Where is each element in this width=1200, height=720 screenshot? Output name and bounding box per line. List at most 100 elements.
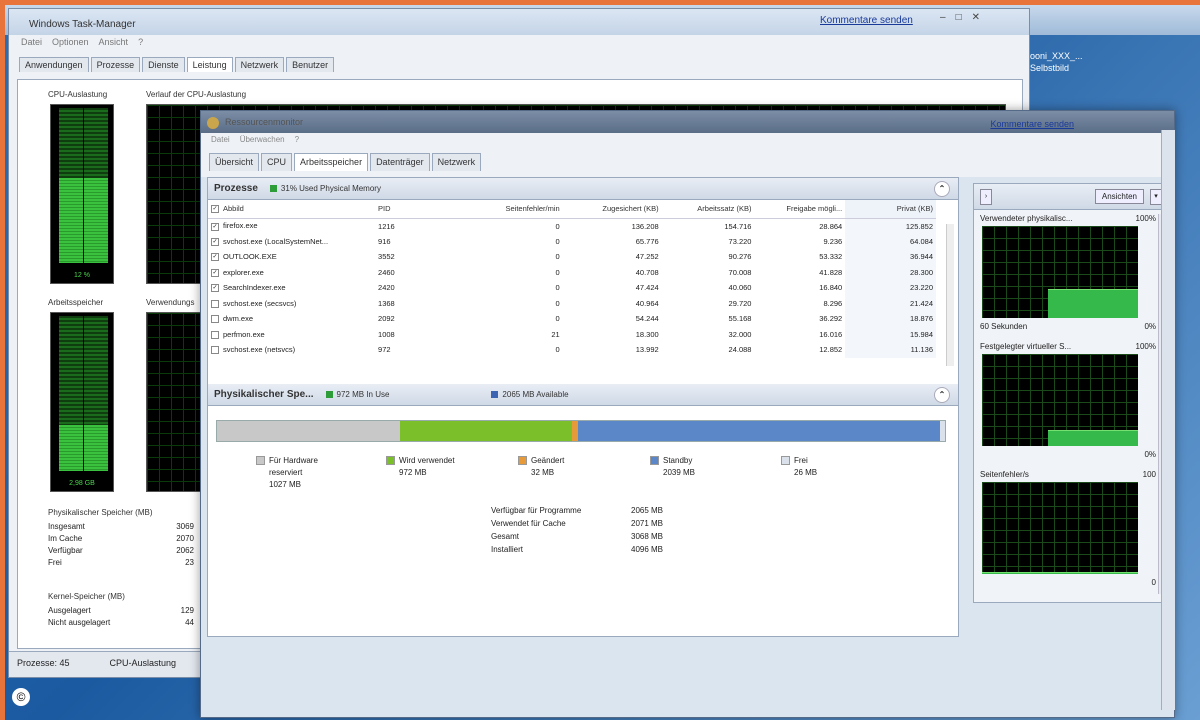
processes-panel-header[interactable]: Prozesse 31% Used Physical Memory ⌃ [208, 178, 958, 200]
rm-feedback-link[interactable]: Kommentare senden [990, 119, 1074, 129]
legend-swatch [650, 456, 659, 465]
cell-priv: 125.852 [845, 218, 936, 234]
table-row[interactable]: ✓ explorer.exe 2460 0 40.708 70.008 41.828 28.3… [208, 264, 936, 280]
menu-item-ueberwachen[interactable]: Überwachen [240, 135, 285, 147]
collapse-icon[interactable]: ⌃ [934, 181, 950, 197]
memory-segment-free [940, 421, 945, 441]
tab-cpu[interactable]: CPU [261, 153, 293, 171]
kernel-memory-table: Ausgelagert 129 Nicht ausgelagert 44 [48, 606, 194, 630]
tab-prozesse[interactable]: Prozesse [90, 57, 141, 72]
menu-item-datei[interactable]: Datei [211, 135, 230, 147]
graph-footer: 60 Sekunden [980, 322, 1028, 331]
close-icon[interactable]: ✕ [972, 12, 980, 23]
memory-history-label: Verwendungs [146, 298, 195, 307]
col-commit[interactable]: Zugesichert (KB) [562, 200, 662, 219]
menu-item-help[interactable]: ? [295, 135, 299, 147]
col-pagefaults[interactable]: Seitenfehler/min [457, 200, 563, 219]
col-shareable[interactable]: Freigabe mögli... [754, 200, 846, 219]
rm-tabs: Übersicht CPU Arbeitsspeicher Datenträge… [201, 147, 1174, 177]
row-checkbox[interactable] [211, 299, 219, 308]
table-row[interactable]: perfmon.exe 1008 21 18.300 32.000 16.016 15.98… [208, 326, 936, 342]
cell-commit: 40.964 [635, 298, 659, 308]
row-checkbox[interactable] [211, 315, 219, 324]
cell-ws: 40.060 [728, 283, 752, 293]
row-checkbox[interactable] [211, 330, 219, 339]
feedback-link[interactable]: Kommentare senden [820, 15, 913, 26]
resource-monitor-window: Ressourcenmonitor Kommentare senden Date… [200, 110, 1175, 718]
physical-memory-panel-title: Physikalischer Spe... [214, 389, 314, 400]
graph-title: Verwendeter physikalisc... [980, 214, 1073, 223]
physical-memory-panel-header[interactable]: Physikalischer Spe... 972 MB In Use 2065… [208, 384, 958, 406]
row-checkbox[interactable]: ✓ [211, 222, 219, 231]
cell-share: 12.852 [819, 345, 843, 355]
menu-item-datei[interactable]: Datei [21, 37, 42, 51]
menu-item-help[interactable]: ? [138, 37, 143, 51]
row-checkbox[interactable] [211, 346, 219, 355]
table-row[interactable]: svchost.exe (netsvcs) 972 0 13.992 24.088 12.… [208, 342, 936, 358]
cell-priv: 11.136 [845, 342, 936, 358]
views-button[interactable]: Ansichten [1094, 189, 1144, 204]
table-row[interactable]: dwm.exe 2092 0 54.244 55.168 36.292 18.876 [208, 311, 936, 327]
menu-item-optionen[interactable]: Optionen [52, 37, 89, 51]
cell-pf: 0 [555, 298, 560, 308]
cell-pf: 0 [555, 283, 560, 293]
cell-ws: 55.168 [728, 314, 752, 324]
menu-item-ansicht[interactable]: Ansicht [99, 37, 129, 51]
row-checkbox[interactable]: ✓ [211, 268, 219, 277]
table-row[interactable]: ✓ SearchIndexer.exe 2420 0 47.424 40.060 16.84… [208, 280, 936, 296]
summary-row: Gesamt 3068 MB [491, 532, 664, 541]
tab-arbeitsspeicher[interactable]: Arbeitsspeicher [294, 153, 369, 171]
col-abbild[interactable]: ✓ Abbild [208, 200, 376, 219]
graph-area [1047, 289, 1138, 318]
tab-leistung[interactable]: Leistung [186, 57, 233, 72]
expand-arrow-icon[interactable]: › [980, 188, 992, 205]
col-pid[interactable]: PID [375, 200, 458, 219]
maximize-icon[interactable]: □ [956, 12, 962, 23]
summary-row: Verwendet für Cache 2071 MB [491, 519, 664, 528]
cell-priv: 21.424 [845, 295, 936, 311]
row-checkbox[interactable]: ✓ [211, 253, 219, 262]
cell-name: ✓ OUTLOOK.EXE [211, 252, 277, 262]
window-edge-scrollbar[interactable] [1161, 130, 1175, 710]
cpu-usage-label: CPU-Auslastung [48, 90, 108, 99]
cell-commit: 47.424 [635, 283, 659, 293]
col-workingset[interactable]: Arbeitssatz (KB) [661, 200, 755, 219]
process-scrollbar[interactable] [946, 224, 954, 366]
tab-uebersicht[interactable]: Übersicht [209, 153, 260, 171]
table-row[interactable]: svchost.exe (secsvcs) 1368 0 40.964 29.720 8.… [208, 295, 936, 311]
cell-ws: 70.008 [728, 267, 752, 277]
tab-datentraeger[interactable]: Datenträger [370, 153, 430, 171]
collapse-icon[interactable]: ⌃ [934, 387, 950, 403]
minimize-icon[interactable]: – [940, 12, 946, 23]
table-row[interactable]: ✓ OUTLOOK.EXE 3552 0 47.252 90.276 53.332 36.94… [208, 249, 936, 265]
task-manager-tabs: Anwendungen Prozesse Dienste Leistung Ne… [9, 57, 1029, 72]
legend-item: Geändert 32 MB [518, 456, 564, 480]
graphs-pane: › Ansichten ▾ Verwendeter physikalisc...… [973, 183, 1169, 603]
legend-swatch [386, 456, 395, 465]
cell-commit: 40.708 [635, 267, 659, 277]
table-row[interactable]: ✓ svchost.exe (LocalSystemNet... 916 0 65.77… [208, 233, 936, 249]
tab-dienste[interactable]: Dienste [142, 57, 185, 72]
graph-area [982, 572, 1138, 574]
cell-priv: 64.084 [845, 233, 936, 249]
row-checkbox[interactable]: ✓ [211, 237, 219, 246]
tab-netzwerk[interactable]: Netzwerk [431, 153, 482, 171]
perf-graph [982, 482, 1138, 574]
in-use-chip: 972 MB In Use [325, 390, 389, 399]
cell-pid: 3552 [378, 252, 395, 262]
select-all-checkbox[interactable]: ✓ [211, 205, 219, 214]
task-manager-window-buttons: – □ ✕ [940, 12, 980, 23]
col-private[interactable]: Privat (KB) [845, 200, 936, 219]
tab-netzwerk[interactable]: Netzwerk [234, 57, 285, 72]
available-chip: 2065 MB Available [491, 390, 569, 399]
memory-usage-bar [216, 420, 946, 442]
row-checkbox[interactable]: ✓ [211, 284, 219, 293]
cell-commit: 18.300 [635, 329, 659, 339]
cell-share: 9.236 [823, 236, 843, 246]
tab-benutzer[interactable]: Benutzer [286, 57, 335, 72]
tab-anwendungen[interactable]: Anwendungen [19, 57, 89, 72]
cell-name: ✓ explorer.exe [211, 267, 264, 277]
memory-segment-in-use [399, 421, 573, 441]
cell-pid: 2092 [378, 314, 395, 324]
table-row[interactable]: ✓ firefox.exe 1216 0 136.208 154.716 28.864 125… [208, 218, 936, 234]
